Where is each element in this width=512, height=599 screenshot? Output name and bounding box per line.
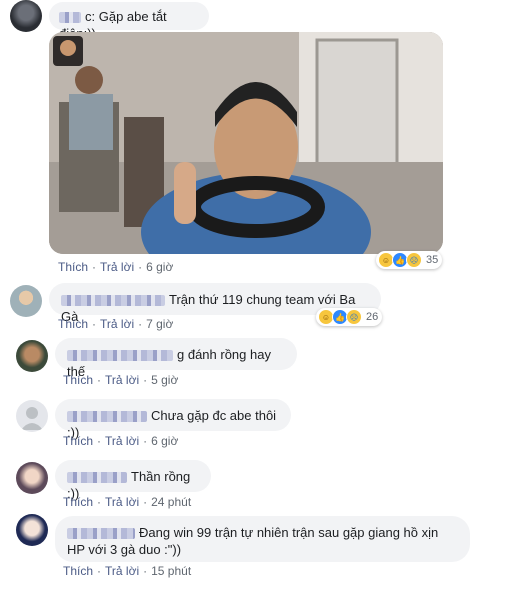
author-name-blurred[interactable] bbox=[67, 350, 173, 362]
comment-actions: Thích · Trả lời · 6 giờ bbox=[63, 434, 179, 448]
avatar[interactable] bbox=[10, 285, 42, 317]
like-link[interactable]: Thích bbox=[63, 373, 93, 387]
avatar[interactable] bbox=[10, 0, 42, 32]
comment-actions: Thích · Trả lời · 24 phút bbox=[63, 495, 192, 509]
timestamp[interactable]: 15 phút bbox=[151, 564, 191, 578]
reaction-summary[interactable]: ☺ 👍 ☹ 26 bbox=[316, 308, 383, 326]
reply-link[interactable]: Trả lời bbox=[105, 495, 139, 509]
like-link[interactable]: Thích bbox=[63, 495, 93, 509]
like-link[interactable]: Thích bbox=[63, 434, 93, 448]
comment-bubble: Thần rồng :)) bbox=[55, 460, 211, 501]
reply-link[interactable]: Trả lời bbox=[105, 564, 139, 578]
reaction-count: 35 bbox=[426, 254, 439, 266]
comment-actions: Thích · Trả lời · 15 phút bbox=[63, 564, 192, 578]
like-link[interactable]: Thích bbox=[58, 260, 88, 274]
author-name-blurred[interactable] bbox=[59, 12, 81, 24]
timestamp[interactable]: 6 giờ bbox=[151, 434, 178, 448]
timestamp[interactable]: 6 giờ bbox=[146, 260, 173, 274]
timestamp[interactable]: 24 phút bbox=[151, 495, 191, 509]
author-name-blurred[interactable] bbox=[67, 411, 147, 423]
avatar[interactable] bbox=[16, 400, 48, 432]
avatar[interactable] bbox=[16, 462, 48, 494]
comment-actions: Thích · Trả lời · 5 giờ bbox=[63, 373, 179, 387]
default-avatar-icon bbox=[21, 407, 43, 430]
author-name-blurred[interactable] bbox=[61, 295, 165, 307]
author-name-blurred[interactable] bbox=[67, 528, 135, 540]
comment-bubble: Đang win 99 trận tự nhiên trận sau gặp g… bbox=[55, 516, 470, 562]
avatar[interactable] bbox=[16, 340, 48, 372]
comment-actions: Thích · Trả lời · 6 giờ bbox=[58, 260, 174, 274]
like-link[interactable]: Thích bbox=[63, 564, 93, 578]
sad-icon: ☹ bbox=[406, 252, 422, 268]
reaction-count: 26 bbox=[366, 311, 379, 323]
reply-link[interactable]: Trả lời bbox=[105, 434, 139, 448]
author-name-blurred[interactable] bbox=[67, 472, 127, 484]
comment-actions: Thích · Trả lời · 7 giờ bbox=[58, 317, 174, 331]
sad-icon: ☹ bbox=[346, 309, 362, 325]
reaction-summary[interactable]: ☺ 👍 ☹ 35 bbox=[376, 251, 443, 269]
comment-bubble: c: Gặp abe tắt điện:)) bbox=[49, 2, 209, 41]
like-link[interactable]: Thích bbox=[58, 317, 88, 331]
avatar[interactable] bbox=[16, 514, 48, 546]
timestamp[interactable]: 5 giờ bbox=[151, 373, 178, 387]
comment-bubble: Chưa gặp đc abe thôi :)) bbox=[55, 399, 291, 440]
timestamp[interactable]: 7 giờ bbox=[146, 317, 173, 331]
attached-video-thumbnail[interactable] bbox=[49, 32, 443, 254]
reply-link[interactable]: Trả lời bbox=[100, 317, 134, 331]
reply-link[interactable]: Trả lời bbox=[100, 260, 134, 274]
comment-bubble: g đánh rồng hay thế bbox=[55, 338, 297, 379]
video-frame bbox=[49, 32, 443, 254]
reply-link[interactable]: Trả lời bbox=[105, 373, 139, 387]
